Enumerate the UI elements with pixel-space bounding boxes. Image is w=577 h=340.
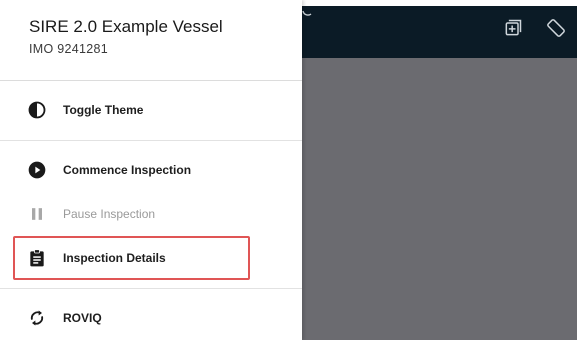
- menu-item-label: ROVIQ: [63, 311, 102, 325]
- contrast-icon: [27, 100, 47, 120]
- menu-item-label: Pause Inspection: [63, 207, 156, 221]
- divider: [0, 140, 302, 141]
- menu-item-commence-inspection[interactable]: Commence Inspection: [0, 150, 302, 190]
- screen-rotation-icon[interactable]: [545, 17, 567, 39]
- menu-item-pause-inspection: Pause Inspection: [0, 194, 302, 234]
- drawer-header: SIRE 2.0 Example Vessel IMO 9241281: [0, 0, 302, 81]
- clipboard-icon: [27, 248, 47, 268]
- divider: [0, 288, 302, 289]
- menu-item-roviq[interactable]: ROVIQ: [0, 298, 302, 338]
- side-drawer: SIRE 2.0 Example Vessel IMO 9241281 Togg…: [0, 0, 302, 340]
- sync-icon: [27, 308, 47, 328]
- menu-item-toggle-theme[interactable]: Toggle Theme: [0, 90, 302, 130]
- play-circle-icon: [27, 160, 47, 180]
- vessel-name: SIRE 2.0 Example Vessel: [29, 17, 223, 36]
- app-page: SIRE 2.0 Example Vessel IMO 9241281 Togg…: [0, 0, 577, 340]
- vessel-imo: IMO 9241281: [29, 42, 109, 56]
- menu-item-inspection-details[interactable]: Inspection Details: [0, 238, 302, 278]
- topbar-partial-icon: [302, 10, 312, 16]
- menu-item-label: Inspection Details: [63, 251, 166, 265]
- add-box-icon[interactable]: [502, 17, 524, 39]
- menu-item-label: Toggle Theme: [63, 103, 144, 117]
- pause-icon: [27, 204, 47, 224]
- menu-item-label: Commence Inspection: [63, 163, 192, 177]
